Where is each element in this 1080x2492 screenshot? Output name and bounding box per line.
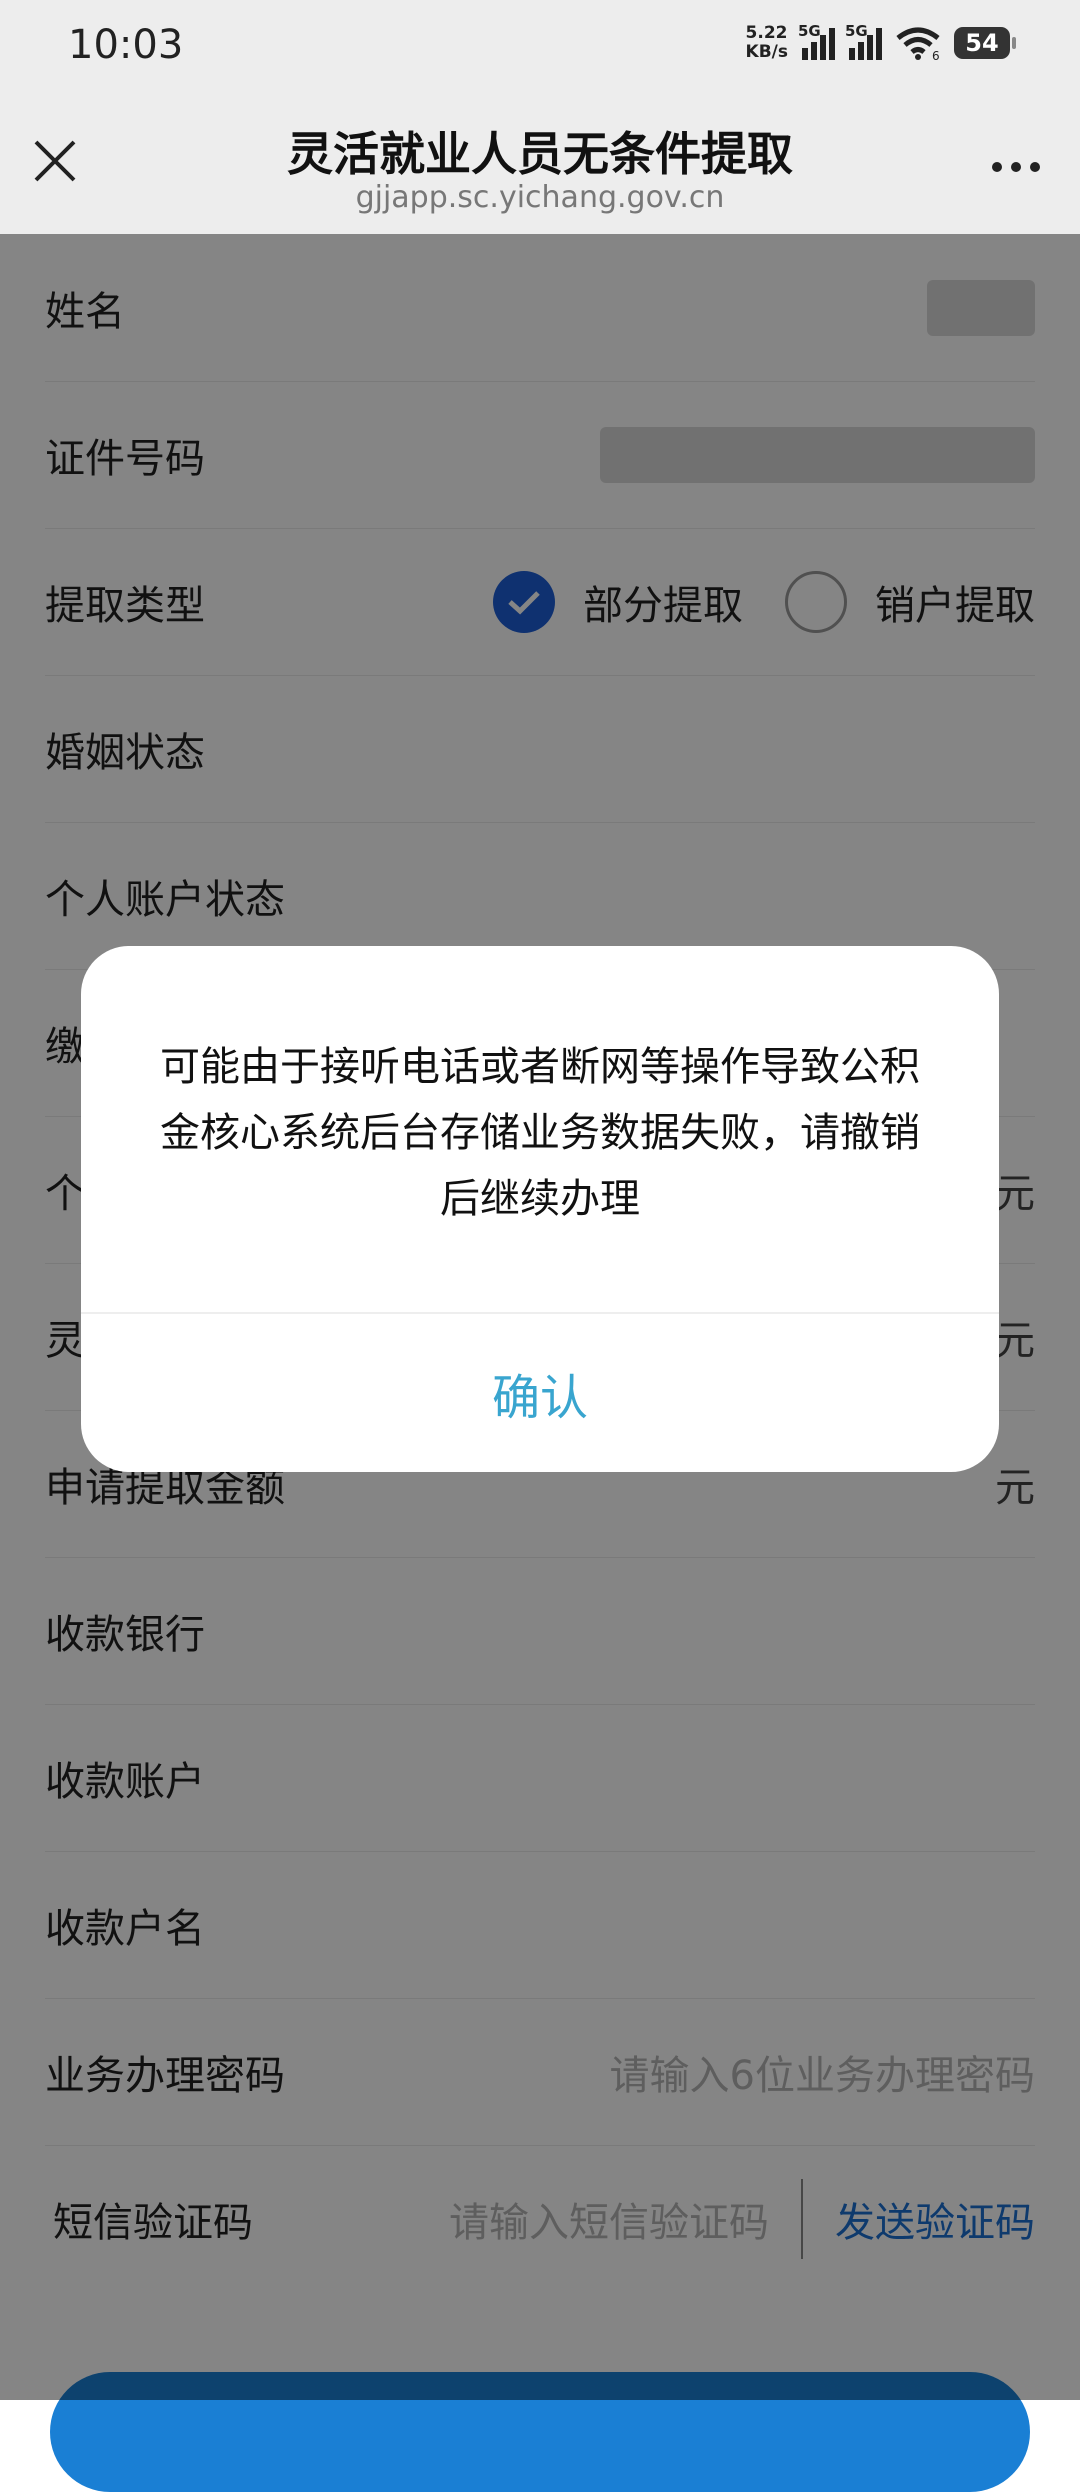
status-icons: 5.22 KB/s 5G 5G 6 54 <box>746 22 1016 62</box>
svg-text:6: 6 <box>932 49 940 60</box>
alert-dialog: 可能由于接听电话或者断网等操作导致公积金核心系统后台存储业务数据失败，请撤销后继… <box>81 946 999 1472</box>
wifi-icon: 6 <box>896 27 940 60</box>
net-speed-unit: KB/s <box>745 42 788 62</box>
signal-icon: 5G <box>798 22 835 60</box>
more-icon[interactable] <box>992 162 1040 172</box>
signal-icon-2: 5G <box>845 22 882 60</box>
status-bar: 10:03 5.22 KB/s 5G 5G 6 54 <box>0 0 1080 96</box>
network-type-2: 5G <box>845 22 868 40</box>
nav-bar: 灵活就业人员无条件提取 gjjapp.sc.yichang.gov.cn <box>0 96 1080 234</box>
page-title: 灵活就业人员无条件提取 <box>287 127 793 181</box>
status-time: 10:03 <box>68 22 184 68</box>
battery-icon: 54 <box>954 27 1016 59</box>
confirm-button[interactable]: 确认 <box>81 1314 999 1472</box>
dialog-message: 可能由于接听电话或者断网等操作导致公积金核心系统后台存储业务数据失败，请撤销后继… <box>160 1044 920 1222</box>
network-type: 5G <box>798 22 821 40</box>
net-speed: 5.22 KB/s <box>746 24 788 62</box>
page-url: gjjapp.sc.yichang.gov.cn <box>355 180 725 215</box>
net-speed-value: 5.22 <box>745 23 788 43</box>
